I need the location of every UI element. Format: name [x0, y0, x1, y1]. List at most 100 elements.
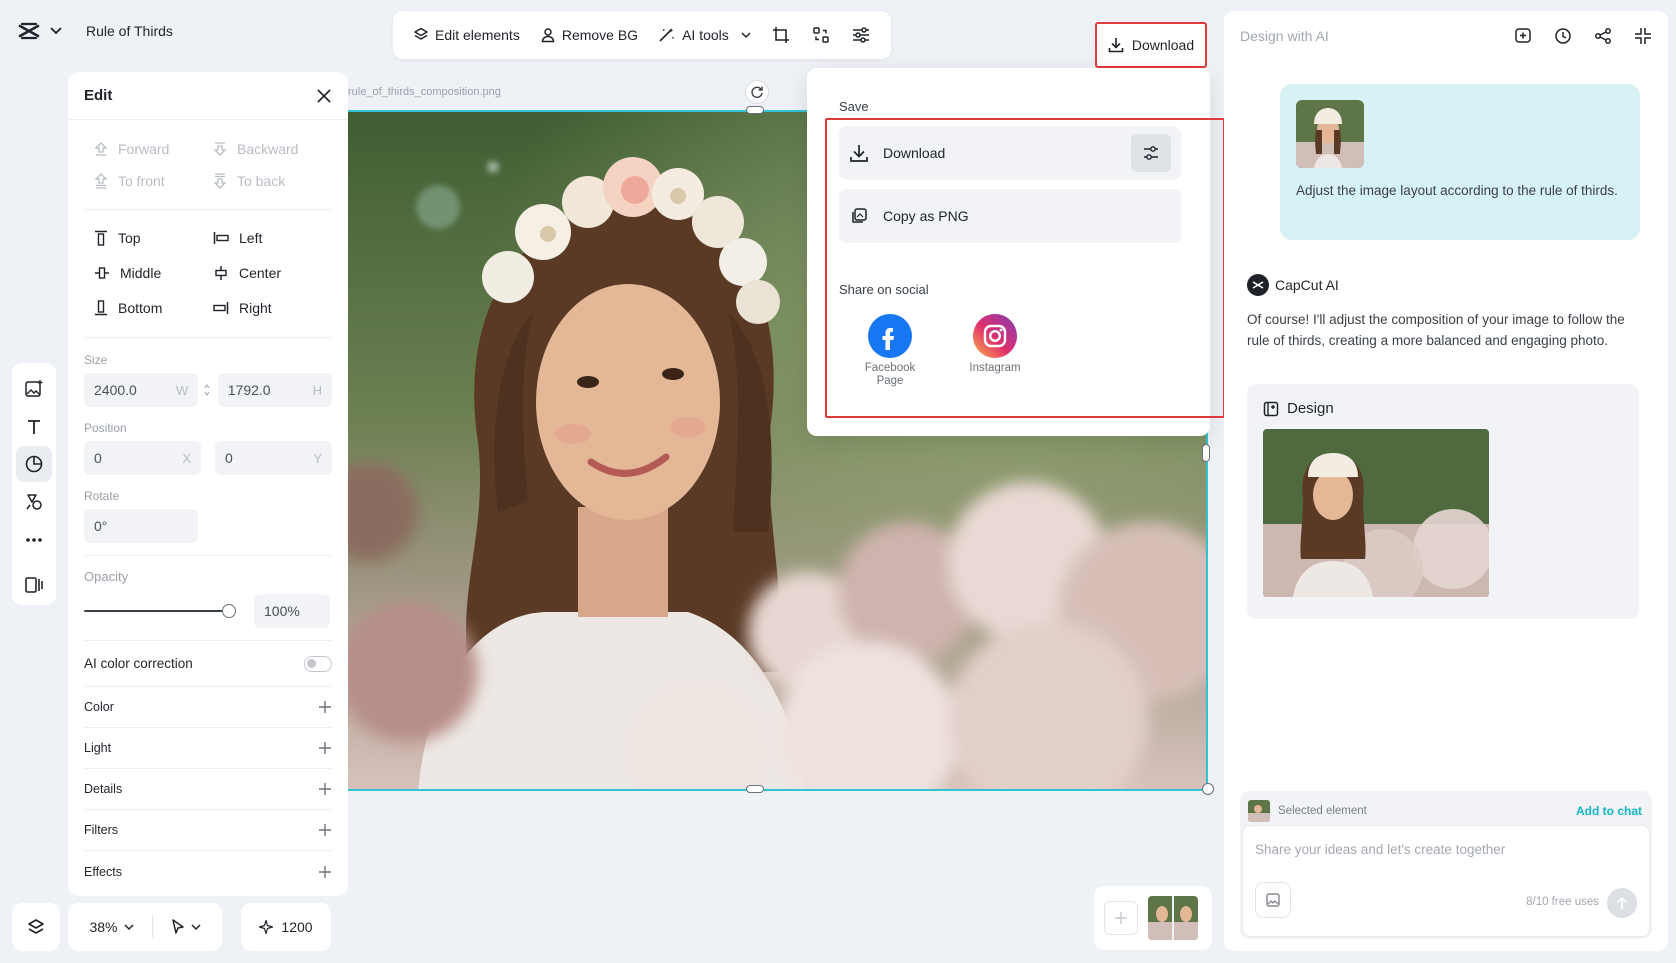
- page-thumbnail[interactable]: [1148, 896, 1198, 940]
- shapes-icon[interactable]: [16, 446, 52, 483]
- pointer-icon: [171, 919, 185, 935]
- effects-row[interactable]: Effects: [84, 851, 332, 892]
- details-row[interactable]: Details: [84, 769, 332, 810]
- align-left-button[interactable]: Left: [213, 230, 332, 246]
- add-page-button[interactable]: [1104, 901, 1138, 935]
- ai-tools-button[interactable]: AI tools: [650, 21, 759, 49]
- align-right-icon: [213, 301, 229, 315]
- opacity-slider-thumb[interactable]: [222, 604, 236, 618]
- project-title[interactable]: Rule of Thirds: [86, 23, 173, 39]
- ai-chat-panel: Design with AI Adjust the image layout a…: [1224, 11, 1668, 951]
- width-field[interactable]: 2400.0 W: [84, 373, 199, 407]
- resize-handle-corner[interactable]: [1202, 783, 1214, 795]
- to-back-icon: [213, 173, 227, 189]
- rotate-label: Rotate: [84, 489, 120, 503]
- light-row[interactable]: Light: [84, 728, 332, 769]
- position-y-field[interactable]: 0Y: [215, 441, 332, 475]
- layers-icon: [413, 27, 429, 43]
- panel-toggle-icon[interactable]: [16, 567, 52, 603]
- remove-bg-button[interactable]: Remove BG: [532, 21, 646, 49]
- add-image-icon[interactable]: [16, 371, 52, 407]
- page-thumbnails: [1094, 886, 1212, 950]
- chat-composer: Selected element Add to chat Share your …: [1240, 791, 1652, 939]
- collapse-icon[interactable]: [1634, 27, 1652, 45]
- height-field[interactable]: 1792.0 H: [217, 373, 332, 407]
- layers-button[interactable]: [12, 903, 60, 951]
- align-bottom-icon: [94, 300, 108, 316]
- text-icon[interactable]: [16, 409, 52, 445]
- user-message: Adjust the image layout according to the…: [1280, 84, 1640, 240]
- align-right-button[interactable]: Right: [213, 300, 332, 316]
- align-top-button[interactable]: Top: [94, 230, 213, 246]
- elements-icon[interactable]: [16, 484, 52, 520]
- history-icon[interactable]: [1554, 27, 1572, 45]
- opacity-label: Opacity: [84, 569, 129, 584]
- forward-button[interactable]: Forward: [94, 141, 213, 157]
- design-result-card[interactable]: Design: [1247, 384, 1639, 619]
- capcut-logo-icon[interactable]: [18, 22, 40, 40]
- save-section-label: Save: [839, 99, 869, 114]
- adjust-sliders-icon[interactable]: [843, 21, 879, 49]
- chevron-down-icon: [741, 31, 751, 39]
- design-card-title: Design: [1287, 400, 1334, 417]
- new-chat-icon[interactable]: [1514, 27, 1532, 45]
- design-icon: [1263, 401, 1279, 417]
- to-front-icon: [94, 173, 108, 189]
- position-x-field[interactable]: 0X: [84, 441, 201, 475]
- plus-icon[interactable]: [318, 823, 332, 837]
- cursor-tool-select[interactable]: [171, 919, 201, 935]
- backward-button[interactable]: Backward: [213, 141, 332, 157]
- chevron-down-icon[interactable]: [50, 27, 62, 35]
- opacity-slider[interactable]: [84, 604, 236, 618]
- credits-button[interactable]: 1200: [241, 903, 331, 951]
- close-icon[interactable]: [316, 88, 332, 104]
- zoom-select[interactable]: 38%: [89, 919, 134, 935]
- more-icon[interactable]: [16, 522, 52, 558]
- save-highlight-box: [825, 118, 1225, 418]
- attached-image-thumbnail[interactable]: [1296, 100, 1364, 168]
- plus-icon[interactable]: [318, 741, 332, 755]
- align-bottom-button[interactable]: Bottom: [94, 300, 213, 316]
- align-middle-button[interactable]: Middle: [94, 265, 213, 281]
- edit-panel: Edit Forward Backward To front To back T…: [68, 72, 348, 896]
- filters-row[interactable]: Filters: [84, 810, 332, 851]
- align-left-icon: [213, 231, 229, 245]
- plus-icon[interactable]: [318, 782, 332, 796]
- app-header: Rule of Thirds: [18, 22, 173, 40]
- share-icon[interactable]: [1594, 27, 1612, 45]
- ai-assistant-name: CapCut AI: [1247, 274, 1339, 296]
- chat-input[interactable]: Share your ideas and let's create togeth…: [1242, 825, 1650, 937]
- to-back-button[interactable]: To back: [213, 173, 332, 189]
- selected-element-thumbnail: [1248, 800, 1270, 822]
- rotate-handle-icon[interactable]: [745, 80, 769, 104]
- layers-icon: [27, 918, 45, 936]
- attach-image-icon[interactable]: [1255, 882, 1291, 918]
- ai-message: Of course! I'll adjust the composition o…: [1247, 312, 1625, 348]
- edit-elements-button[interactable]: Edit elements: [405, 21, 528, 49]
- free-uses-counter: 8/10 free uses: [1526, 896, 1599, 908]
- to-front-button[interactable]: To front: [94, 173, 213, 189]
- chevron-down-icon: [190, 923, 201, 931]
- align-top-icon: [94, 230, 108, 246]
- ai-color-correction-toggle[interactable]: [304, 655, 332, 672]
- resize-handle-top[interactable]: [746, 106, 764, 114]
- canvas-filename: rule_of_thirds_composition.png: [348, 86, 501, 98]
- add-to-chat-button[interactable]: Add to chat: [1576, 804, 1642, 818]
- download-button[interactable]: Download: [1095, 22, 1207, 68]
- resize-handle-bottom[interactable]: [746, 785, 764, 793]
- send-icon[interactable]: [1607, 888, 1637, 918]
- color-row[interactable]: Color: [84, 687, 332, 728]
- forward-icon: [94, 141, 108, 157]
- design-result-image[interactable]: [1263, 429, 1489, 597]
- align-center-button[interactable]: Center: [213, 265, 332, 281]
- backward-icon: [213, 141, 227, 157]
- crop-icon[interactable]: [763, 20, 799, 50]
- opacity-field[interactable]: 100%: [254, 594, 330, 628]
- resize-handle-right[interactable]: [1202, 444, 1210, 462]
- edit-panel-title: Edit: [84, 87, 113, 104]
- plus-icon[interactable]: [318, 700, 332, 714]
- aspect-lock-icon[interactable]: [204, 373, 212, 407]
- flip-icon[interactable]: [803, 20, 839, 50]
- plus-icon[interactable]: [318, 865, 332, 879]
- rotate-field[interactable]: 0°: [84, 509, 198, 543]
